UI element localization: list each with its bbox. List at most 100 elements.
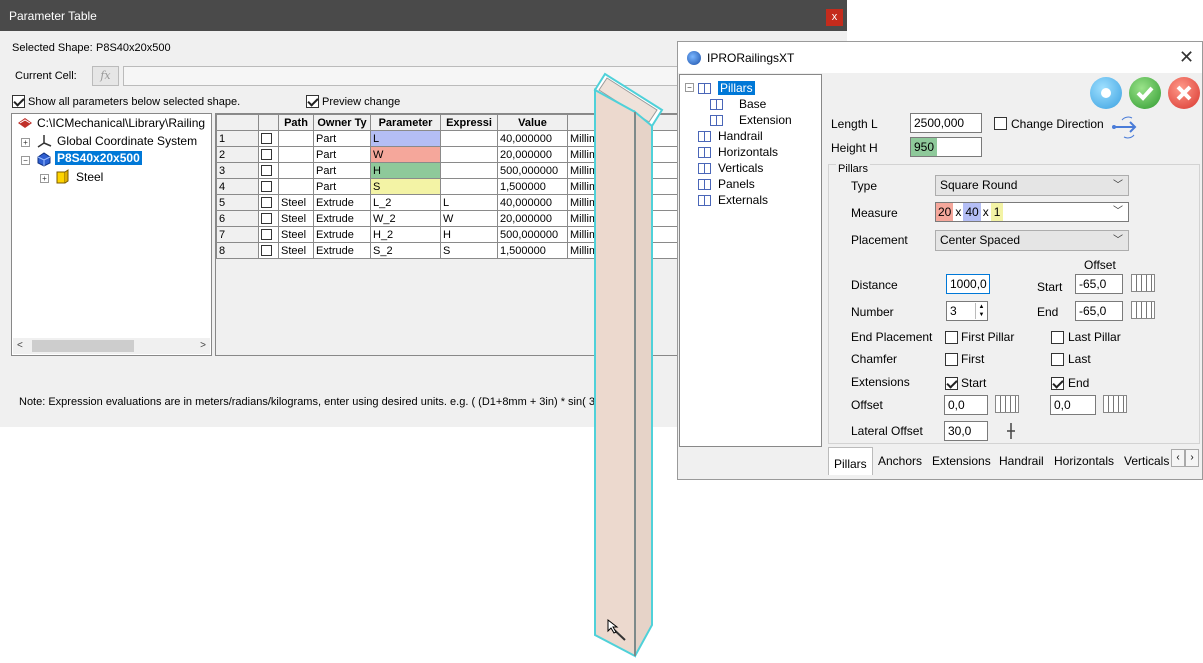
parameter-cell[interactable]: L_2 [370, 194, 441, 211]
number-stepper[interactable]: 3 ▲ ▼ [946, 301, 988, 321]
owner-cell[interactable]: Part [313, 162, 371, 179]
railing-component-tree[interactable]: − Pillars Base Extension Handrail Horizontal… [679, 74, 822, 447]
row-number[interactable]: 5 [216, 194, 259, 211]
owner-cell[interactable]: Part [313, 130, 371, 147]
row-checkbox[interactable] [258, 146, 279, 163]
extension-start-checkbox[interactable] [945, 377, 958, 390]
pillar-3d-preview[interactable] [587, 70, 669, 660]
row-checkbox[interactable] [258, 242, 279, 259]
last-pillar-checkbox[interactable] [1051, 331, 1064, 344]
extension-offset-start-input[interactable]: 0,0 [944, 395, 988, 415]
chamfer-last-checkbox[interactable] [1051, 353, 1064, 366]
value-cell[interactable]: 500,000000 [497, 226, 568, 243]
value-cell[interactable]: 40,000000 [497, 194, 568, 211]
column-header-expression[interactable]: Expressi [440, 114, 498, 131]
show-all-checkbox[interactable] [12, 95, 25, 108]
collapse-icon[interactable]: − [21, 156, 30, 165]
fx-button[interactable]: fx [92, 66, 119, 86]
tree-item-panels[interactable]: Panels [718, 177, 755, 191]
row-checkbox-box[interactable] [261, 181, 272, 193]
row-number[interactable]: 8 [216, 242, 259, 259]
tab-anchors[interactable]: Anchors [878, 451, 922, 471]
path-cell[interactable] [278, 130, 314, 147]
value-cell[interactable]: 40,000000 [497, 130, 568, 147]
row-checkbox-box[interactable] [261, 165, 272, 177]
column-header[interactable] [258, 114, 279, 131]
scroll-thumb[interactable] [32, 340, 134, 352]
preview-change-checkbox[interactable] [306, 95, 319, 108]
tree-item-verticals[interactable]: Verticals [718, 161, 763, 175]
expression-cell[interactable]: S [440, 242, 498, 259]
column-header-owner[interactable]: Owner Ty [313, 114, 371, 131]
row-checkbox[interactable] [258, 162, 279, 179]
first-pillar-checkbox[interactable] [945, 331, 958, 344]
tree-item-global-coordinate-system[interactable]: Global Coordinate System [57, 134, 197, 148]
column-header-value[interactable]: Value [497, 114, 568, 131]
row-checkbox[interactable] [258, 178, 279, 195]
tab-verticals[interactable]: Verticals [1124, 451, 1169, 471]
lateral-offset-input[interactable]: 30,0 [944, 421, 988, 441]
row-checkbox[interactable] [258, 194, 279, 211]
tab-horizontals[interactable]: Horizontals [1054, 451, 1114, 471]
row-number[interactable]: 2 [216, 146, 259, 163]
tree-item-pillars[interactable]: Pillars [718, 81, 755, 95]
path-cell[interactable]: Steel [278, 242, 314, 259]
tree-root-path[interactable]: C:\ICMechanical\Library\Railing [37, 116, 205, 130]
tree-item-base[interactable]: Base [739, 97, 766, 111]
collapse-icon[interactable]: − [685, 83, 694, 92]
expression-cell[interactable]: L [440, 194, 498, 211]
path-cell[interactable] [278, 162, 314, 179]
row-number[interactable]: 7 [216, 226, 259, 243]
column-header-parameter[interactable]: Parameter [370, 114, 441, 131]
owner-cell[interactable]: Part [313, 146, 371, 163]
row-checkbox[interactable] [258, 130, 279, 147]
row-checkbox-box[interactable] [261, 197, 272, 209]
path-cell[interactable]: Steel [278, 226, 314, 243]
horizontal-scrollbar[interactable]: < > [13, 338, 210, 354]
expression-cell[interactable]: H [440, 226, 498, 243]
placement-select[interactable]: Center Spaced ﹀ [935, 230, 1129, 251]
tree-item-horizontals[interactable]: Horizontals [718, 145, 778, 159]
expression-cell[interactable]: W [440, 210, 498, 227]
expression-cell[interactable] [440, 146, 498, 163]
row-checkbox-box[interactable] [261, 245, 272, 257]
parameter-cell[interactable]: S_2 [370, 242, 441, 259]
cancel-button[interactable] [1168, 77, 1200, 109]
column-header[interactable] [216, 114, 259, 131]
row-number[interactable]: 3 [216, 162, 259, 179]
path-cell[interactable]: Steel [278, 194, 314, 211]
column-header-path[interactable]: Path [278, 114, 314, 131]
end-offset-input[interactable]: -65,0 [1075, 301, 1123, 321]
value-cell[interactable]: 20,000000 [497, 146, 568, 163]
change-direction-checkbox[interactable] [994, 117, 1007, 130]
expand-icon[interactable]: + [21, 138, 30, 147]
expression-cell[interactable] [440, 178, 498, 195]
row-number[interactable]: 6 [216, 210, 259, 227]
tab-handrail[interactable]: Handrail [999, 451, 1044, 471]
shape-tree[interactable]: C:\ICMechanical\Library\Railing + Global… [11, 113, 212, 356]
expand-icon[interactable]: + [40, 174, 49, 183]
measure-select[interactable]: 20 x 40 x 1 ﹀ [935, 202, 1129, 222]
tab-scroll-right-icon[interactable]: › [1185, 449, 1199, 467]
row-checkbox-box[interactable] [261, 133, 272, 145]
chamfer-first-checkbox[interactable] [945, 353, 958, 366]
length-input[interactable]: 2500,000 [910, 113, 982, 133]
distance-input[interactable]: 1000,0 [946, 274, 990, 294]
parameter-cell[interactable]: S [370, 178, 441, 195]
extension-offset-end-input[interactable]: 0,0 [1050, 395, 1096, 415]
owner-cell[interactable]: Extrude [313, 242, 371, 259]
scroll-left-icon[interactable]: < [17, 338, 23, 354]
tab-scroll-left-icon[interactable]: ‹ [1171, 449, 1185, 467]
height-input[interactable]: 950 [910, 137, 982, 157]
expression-cell[interactable] [440, 130, 498, 147]
parameter-cell[interactable]: L [370, 130, 441, 147]
tab-extensions[interactable]: Extensions [932, 451, 991, 471]
parameter-cell[interactable]: H_2 [370, 226, 441, 243]
expression-cell[interactable] [440, 162, 498, 179]
scroll-right-icon[interactable]: > [200, 338, 206, 354]
tree-item-extension[interactable]: Extension [739, 113, 792, 127]
owner-cell[interactable]: Extrude [313, 194, 371, 211]
row-checkbox-box[interactable] [261, 149, 272, 161]
value-cell[interactable]: 20,000000 [497, 210, 568, 227]
path-cell[interactable] [278, 178, 314, 195]
